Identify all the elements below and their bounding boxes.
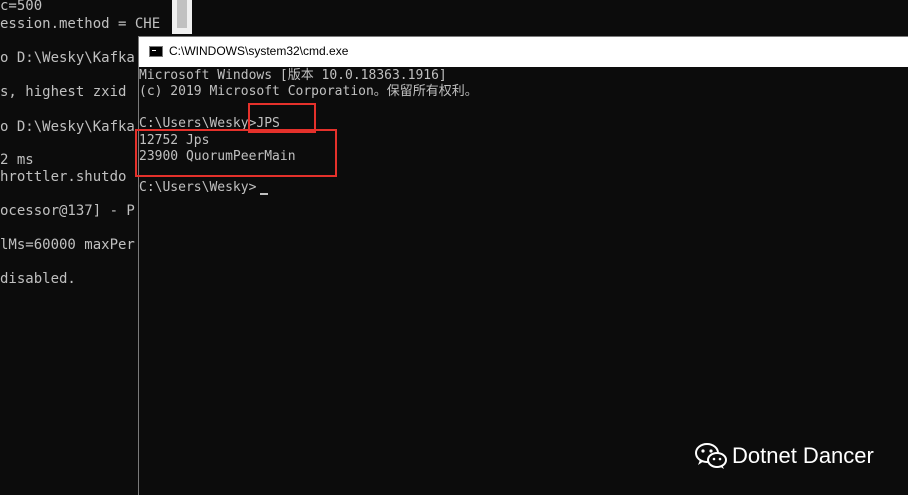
bg-console-scrollbar[interactable] <box>172 0 192 34</box>
window-title: C:\WINDOWS\system32\cmd.exe <box>169 44 349 58</box>
bg-console-line: hrottler.shutdo <box>0 169 127 185</box>
bg-console-line: s, highest zxid <box>0 84 127 100</box>
console-line: Microsoft Windows [版本 10.0.18363.1916] <box>139 68 447 83</box>
bg-console-line: c=500 <box>0 0 43 14</box>
bg-console-line: ession.method = CHE <box>0 16 161 32</box>
console-current-prompt[interactable]: C:\Users\Wesky> <box>139 180 256 196</box>
bg-console-line: ocessor@137] - P <box>0 203 135 219</box>
cmd-titlebar[interactable]: C:\WINDOWS\system32\cmd.exe <box>139 37 908 67</box>
watermark: Dotnet Dancer <box>694 440 874 472</box>
wechat-icon <box>694 442 728 470</box>
bg-console-line: lMs=60000 maxPer <box>0 237 135 253</box>
bg-console-line: disabled. <box>0 271 76 287</box>
scrollbar-thumb[interactable] <box>177 0 187 28</box>
console-app-icon <box>149 46 163 57</box>
bg-console-line: 2 ms <box>0 152 34 168</box>
text-cursor <box>260 193 268 195</box>
watermark-text: Dotnet Dancer <box>732 443 874 468</box>
output-highlight-box <box>135 129 337 177</box>
cmd-window[interactable]: C:\WINDOWS\system32\cmd.exe Microsoft Wi… <box>135 36 908 495</box>
console-line: (c) 2019 Microsoft Corporation。保留所有权利。 <box>139 84 478 99</box>
bg-console-line: o D:\Wesky\Kafka <box>0 50 135 66</box>
bg-console-line: o D:\Wesky\Kafka <box>0 119 135 135</box>
